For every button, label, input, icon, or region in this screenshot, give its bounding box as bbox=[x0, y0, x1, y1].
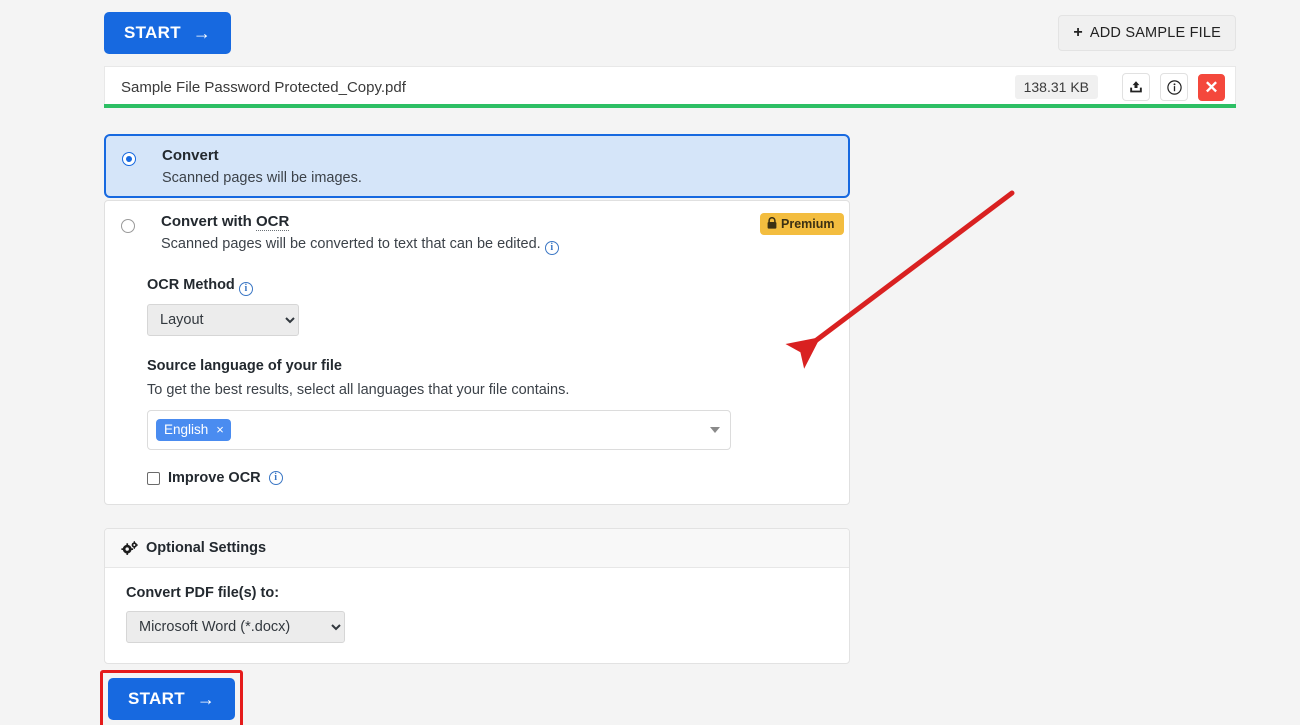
radio-convert[interactable] bbox=[122, 152, 136, 166]
ocr-method-select[interactable]: Layout bbox=[147, 304, 299, 337]
start-button-bottom[interactable]: START → bbox=[108, 678, 236, 720]
start-button-highlight: START → bbox=[100, 670, 244, 725]
page-root: START → + ADD SAMPLE FILE Sample File Pa… bbox=[0, 0, 1300, 725]
arrow-right-icon: → bbox=[192, 23, 212, 43]
arrow-right-icon-bottom: → bbox=[196, 689, 216, 709]
optional-settings-title: Optional Settings bbox=[146, 540, 267, 556]
info-icon-improve-ocr[interactable]: i bbox=[268, 471, 283, 486]
option-convert[interactable]: Convert Scanned pages will be images. bbox=[104, 134, 850, 198]
option-convert-with-ocr[interactable]: Convert with OCR Scanned pages will be c… bbox=[104, 200, 850, 506]
top-toolbar: START → + ADD SAMPLE FILE bbox=[104, 12, 1236, 56]
ocr-method-label-text: OCR Method bbox=[147, 277, 235, 294]
source-language-block: Source language of your file To get the … bbox=[147, 358, 833, 451]
start-button-top-label: START bbox=[124, 23, 181, 42]
improve-ocr-label: Improve OCR bbox=[168, 470, 261, 487]
radio-convert-with-ocr[interactable] bbox=[121, 219, 135, 233]
optional-settings-panel: Optional Settings Convert PDF file(s) to… bbox=[104, 528, 850, 664]
option-ocr-subtitle-text: Scanned pages will be converted to text … bbox=[161, 236, 541, 253]
language-chip-label: English bbox=[164, 422, 209, 438]
premium-badge-label: Premium bbox=[781, 217, 835, 231]
upload-progress-bar bbox=[104, 104, 1236, 108]
add-sample-file-label: ADD SAMPLE FILE bbox=[1089, 25, 1221, 41]
convert-to-select[interactable]: Microsoft Word (*.docx) bbox=[126, 611, 345, 643]
option-ocr-title-abbr: OCR bbox=[256, 213, 290, 231]
ocr-method-block: OCR Method i Layout bbox=[147, 277, 833, 337]
ocr-method-label: OCR Method i bbox=[147, 277, 833, 297]
cogs-icon bbox=[121, 540, 138, 556]
source-language-multiselect[interactable]: English × bbox=[147, 410, 731, 451]
chevron-down-icon[interactable] bbox=[710, 427, 720, 434]
info-icon[interactable] bbox=[1160, 73, 1188, 101]
optional-settings-body: Convert PDF file(s) to: Microsoft Word (… bbox=[105, 568, 849, 663]
premium-badge: Premium bbox=[760, 213, 844, 235]
file-row: Sample File Password Protected_Copy.pdf … bbox=[104, 66, 1236, 107]
option-ocr-title-prefix: Convert with bbox=[161, 213, 257, 230]
improve-ocr-row[interactable]: Improve OCR i bbox=[147, 470, 833, 486]
add-sample-file-button[interactable]: + ADD SAMPLE FILE bbox=[1058, 15, 1236, 51]
language-chip-english[interactable]: English × bbox=[156, 419, 231, 442]
source-language-label: Source language of your file bbox=[147, 358, 342, 375]
option-convert-with-ocr-subtitle: Scanned pages will be converted to text … bbox=[161, 234, 559, 256]
info-icon-ocr-method[interactable]: i bbox=[238, 282, 253, 297]
info-icon-ocr-desc[interactable]: i bbox=[544, 241, 559, 256]
start-button-top[interactable]: START → bbox=[104, 12, 232, 54]
close-icon[interactable]: × bbox=[216, 423, 224, 436]
remove-file-button[interactable]: ✕ bbox=[1198, 73, 1225, 101]
start-button-bottom-label: START bbox=[128, 689, 185, 708]
file-name: Sample File Password Protected_Copy.pdf bbox=[121, 78, 406, 96]
plus-icon: + bbox=[1073, 24, 1083, 41]
option-convert-with-ocr-title: Convert with OCR bbox=[161, 212, 559, 232]
source-language-helper: To get the best results, select all lang… bbox=[147, 382, 570, 399]
file-size: 138.31 KB bbox=[1014, 75, 1098, 99]
optional-settings-header[interactable]: Optional Settings bbox=[105, 529, 849, 568]
convert-to-label: Convert PDF file(s) to: bbox=[126, 585, 280, 601]
option-convert-title: Convert bbox=[162, 147, 219, 164]
upload-icon[interactable] bbox=[1122, 73, 1150, 101]
option-convert-subtitle: Scanned pages will be images. bbox=[162, 170, 362, 187]
improve-ocr-checkbox[interactable] bbox=[147, 471, 160, 485]
lock-icon bbox=[767, 217, 777, 231]
